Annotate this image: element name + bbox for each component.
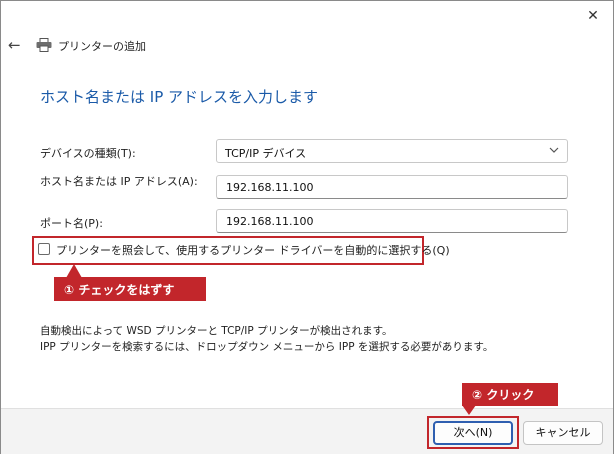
back-button[interactable]: ← xyxy=(8,36,26,54)
window-title: プリンターの追加 xyxy=(58,40,146,53)
port-input[interactable]: 192.168.11.100 xyxy=(216,209,568,233)
close-button[interactable]: ✕ xyxy=(582,6,604,26)
port-label: ポート名(P): xyxy=(40,217,103,230)
auto-select-driver-checkbox[interactable] xyxy=(38,243,50,255)
callout-2-pointer xyxy=(462,405,476,415)
printer-icon xyxy=(36,38,52,52)
info-line-1: 自動検出によって WSD プリンターと TCP/IP プリンターが検出されます。 xyxy=(40,325,393,337)
cancel-button[interactable]: キャンセル xyxy=(523,421,603,445)
footer-bar xyxy=(1,408,613,454)
callout-1-pointer xyxy=(66,264,82,278)
device-type-label: デバイスの種類(T): xyxy=(40,147,136,160)
callout-step1: ① チェックをはずす xyxy=(54,277,206,301)
device-type-value: TCP/IP デバイス xyxy=(225,147,307,160)
hostname-input[interactable]: 192.168.11.100 xyxy=(216,175,568,199)
page-heading: ホスト名または IP アドレスを入力します xyxy=(40,88,319,106)
auto-select-driver-label: プリンターを照会して、使用するプリンター ドライバーを自動的に選択する(Q) xyxy=(56,244,450,257)
device-type-select[interactable]: TCP/IP デバイス xyxy=(216,139,568,163)
hostname-value: 192.168.11.100 xyxy=(226,181,314,194)
info-line-2: IPP プリンターを検索するには、ドロップダウン メニューから IPP を選択す… xyxy=(40,341,494,353)
next-button[interactable]: 次へ(N) xyxy=(433,421,513,445)
callout-step2: ② クリック xyxy=(462,383,558,406)
chevron-down-icon xyxy=(549,143,559,160)
hostname-label: ホスト名または IP アドレス(A): xyxy=(40,175,198,188)
port-value: 192.168.11.100 xyxy=(226,215,314,228)
